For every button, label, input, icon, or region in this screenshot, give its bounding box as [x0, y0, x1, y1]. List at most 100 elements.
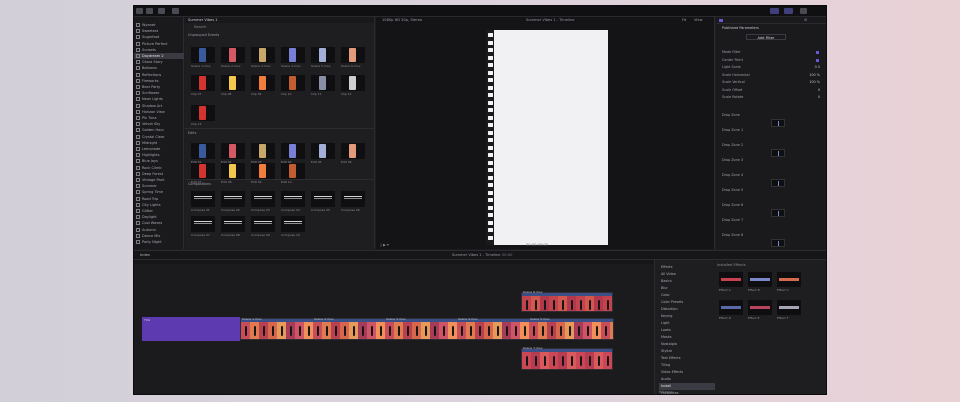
effects-category[interactable]: Color — [659, 292, 715, 299]
inspector-param[interactable]: Center Point — [722, 58, 822, 63]
checkbox-icon[interactable] — [136, 78, 140, 83]
param-value[interactable]: 100 % — [809, 73, 820, 78]
effect-thumbnail[interactable] — [748, 272, 772, 287]
checkbox-icon[interactable] — [136, 202, 140, 207]
window-icon[interactable] — [800, 8, 807, 14]
media-thumbnail[interactable] — [191, 47, 215, 63]
media-thumbnail[interactable] — [191, 191, 215, 207]
title-clip[interactable] — [142, 317, 240, 341]
library-item[interactable]: Blue Jays — [134, 158, 184, 164]
inspector-tab-icon[interactable] — [719, 19, 723, 22]
library-item[interactable]: Daydream 2 — [134, 53, 184, 59]
effect-thumbnail[interactable] — [719, 300, 743, 315]
library-item[interactable]: Party Night — [134, 239, 184, 245]
checkbox-icon[interactable] — [136, 140, 140, 145]
checkbox-icon[interactable] — [136, 240, 140, 244]
media-thumbnail[interactable] — [341, 143, 365, 159]
media-thumbnail[interactable] — [191, 163, 215, 179]
checkbox-icon[interactable] — [136, 29, 140, 34]
library-item[interactable]: Balloons — [134, 65, 184, 71]
effects-category[interactable]: Looks — [659, 327, 715, 334]
media-thumbnail[interactable] — [221, 216, 245, 232]
media-thumbnail[interactable] — [221, 75, 245, 91]
video-clip[interactable] — [521, 292, 613, 312]
media-thumbnail[interactable] — [251, 143, 275, 159]
library-item[interactable]: Spring Time — [134, 189, 184, 195]
checkbox-icon[interactable] — [136, 109, 140, 114]
checkbox-icon[interactable] — [136, 134, 140, 139]
library-item[interactable]: Daylight — [134, 214, 184, 220]
inspector-param[interactable]: Mode Filter — [722, 50, 822, 55]
checkbox-icon[interactable] — [136, 171, 140, 176]
effect-thumbnail[interactable] — [719, 272, 743, 287]
play-button[interactable]: ▯ ▶ ▾ — [380, 241, 389, 249]
media-thumbnail[interactable] — [311, 75, 335, 91]
media-thumbnail[interactable] — [221, 163, 245, 179]
library-item[interactable]: Picture Perfect — [134, 41, 184, 47]
library-item[interactable]: Midnight — [134, 140, 184, 146]
library-item[interactable]: Ghost Story — [134, 59, 184, 65]
checkbox-icon[interactable] — [136, 41, 140, 46]
effects-category[interactable]: Light — [659, 320, 715, 327]
library-item[interactable]: City Lights — [134, 202, 184, 208]
checkbox-icon[interactable] — [136, 128, 140, 133]
library-item[interactable]: Highlights — [134, 152, 184, 158]
effects-category[interactable]: Video Effects — [659, 369, 715, 376]
checkbox-icon[interactable] — [136, 97, 140, 102]
media-thumbnail[interactable] — [281, 191, 305, 207]
checkbox-icon[interactable] — [136, 147, 140, 151]
effects-category[interactable]: Masks — [659, 334, 715, 341]
music-icon[interactable] — [172, 8, 179, 14]
media-thumbnail[interactable] — [311, 191, 335, 207]
library-item[interactable]: Deep Forest — [134, 171, 184, 177]
media-thumbnail[interactable] — [281, 216, 305, 232]
effects-category[interactable]: Basics — [659, 278, 715, 285]
media-thumbnail[interactable] — [191, 75, 215, 91]
media-thumbnail[interactable] — [251, 216, 275, 232]
view-menu[interactable]: View — [694, 17, 703, 24]
checkbox-icon[interactable] — [136, 47, 140, 52]
effects-category[interactable]: Audio — [659, 376, 715, 383]
checkbox-icon[interactable] — [136, 153, 140, 158]
media-thumbnail[interactable] — [311, 143, 335, 159]
import-button[interactable] — [770, 8, 779, 14]
checkbox-icon[interactable] — [136, 85, 140, 89]
library-item[interactable]: Golden Hour — [134, 127, 184, 133]
checkbox-icon[interactable] — [136, 221, 140, 226]
effect-thumbnail[interactable] — [777, 300, 801, 315]
library-item[interactable]: Pin Tuna — [134, 115, 184, 121]
library-item[interactable]: Sweetest — [134, 28, 184, 34]
library-item[interactable]: Sunsets — [134, 47, 184, 53]
inspector-param[interactable]: Scale Vertical 100 % — [722, 80, 822, 85]
media-thumbnail[interactable] — [251, 163, 275, 179]
media-thumbnail[interactable] — [341, 191, 365, 207]
library-item[interactable]: Glitter — [134, 208, 184, 214]
checkbox-icon[interactable] — [136, 91, 140, 96]
media-thumbnail[interactable] — [281, 47, 305, 63]
zoom-select[interactable]: Fit — [682, 17, 686, 24]
color-swatch[interactable] — [816, 51, 819, 54]
effects-category[interactable]: Tiling — [659, 362, 715, 369]
video-clip[interactable] — [240, 318, 614, 340]
effect-thumbnail[interactable] — [777, 272, 801, 287]
library-icon[interactable] — [136, 8, 143, 14]
drop-zone-well[interactable] — [771, 149, 785, 157]
checkbox-icon[interactable] — [136, 122, 140, 127]
timeline-ruler[interactable] — [134, 260, 654, 264]
library-item[interactable]: Bear Party — [134, 84, 184, 90]
inspector-param[interactable]: Scale Horizontal 100 % — [722, 73, 822, 78]
effects-category[interactable]: Text Effects — [659, 355, 715, 362]
checkbox-icon[interactable] — [136, 215, 140, 220]
library-item[interactable]: Neon Lights — [134, 96, 184, 102]
effects-category[interactable]: Color Presets — [659, 299, 715, 306]
checkbox-icon[interactable] — [136, 23, 140, 27]
checkbox-icon[interactable] — [136, 103, 140, 108]
effects-category[interactable]: Nostalgia — [659, 341, 715, 348]
checkbox-icon[interactable] — [136, 178, 140, 182]
checkbox-icon[interactable] — [136, 227, 140, 232]
checkbox-icon[interactable] — [136, 190, 140, 195]
drop-zone-well[interactable] — [771, 119, 785, 127]
param-value[interactable]: 100 % — [809, 80, 820, 85]
gear-icon[interactable]: ⚙ — [804, 18, 807, 22]
inspector-param[interactable]: Light Scale 0.5 — [722, 65, 822, 70]
